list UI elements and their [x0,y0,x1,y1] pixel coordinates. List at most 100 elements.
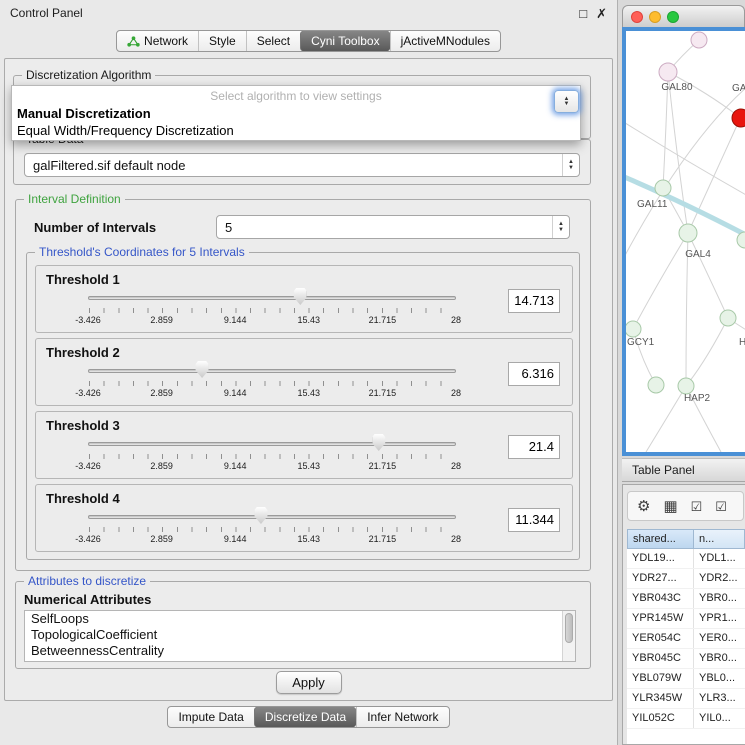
slider-track [88,296,456,300]
table-cell[interactable]: YER0... [694,629,745,648]
attribute-item[interactable]: SelfLoops [25,611,575,627]
slider-handle[interactable] [254,507,267,524]
table-cell[interactable]: YIL0... [694,709,745,728]
attribute-item[interactable]: BetweennessCentrality [25,643,575,659]
table-cell[interactable]: YDR2... [694,569,745,588]
slider-handle[interactable] [196,361,209,378]
network-node[interactable] [678,378,694,394]
table-data-combo[interactable]: galFiltered.sif default node ▲ ▼ [24,153,580,177]
float-panel-icon[interactable]: □ [579,7,587,20]
threshold-2-value-field[interactable]: 6.316 [508,362,560,386]
table-cell[interactable]: YBR0... [694,589,745,608]
algorithm-combo-stepper[interactable]: ▲ ▼ [554,90,579,113]
table-cell[interactable]: YBL079W [627,669,694,688]
columns-icon[interactable]: ▦ [663,499,677,514]
number-of-intervals-combo[interactable]: 5 ▲ ▼ [216,215,570,239]
dropdown-option-equal-width-frequency[interactable]: Equal Width/Frequency Discretization [12,122,580,139]
table-row[interactable]: YDR27...YDR2... [627,569,745,589]
table-cell[interactable]: YPR1... [694,609,745,628]
table-row[interactable]: YPR145WYPR1... [627,609,745,629]
tick-label: 9.144 [224,315,247,325]
select-column-checkbox-icon[interactable]: ☑ [715,499,727,514]
slider-handle[interactable] [372,434,385,451]
threshold-3-value-field[interactable]: 21.4 [508,435,560,459]
tab-infer-network[interactable]: Infer Network [356,707,448,727]
threshold-4-slider[interactable]: -3.4262.8599.14415.4321.71528 [88,507,456,551]
table-cell[interactable]: YLR345W [627,689,694,708]
network-node[interactable] [732,109,745,127]
column-header-shared-name[interactable]: shared... [627,529,694,549]
table-row[interactable]: YIL052CYIL0... [627,709,745,729]
network-node[interactable] [626,321,641,337]
network-node[interactable] [659,63,677,81]
numerical-attributes-list[interactable]: SelfLoopsTopologicalCoefficientBetweenne… [24,610,576,662]
table-cell[interactable]: YBR043C [627,589,694,608]
threshold-1-value-field[interactable]: 14.713 [508,289,560,313]
table-cell[interactable]: YPR145W [627,609,694,628]
tab-cyni-toolbox[interactable]: Cyni Toolbox [300,31,389,51]
table-body: YDL19...YDL1...YDR27...YDR2...YBR043CYBR… [627,549,745,729]
scrollbar-thumb[interactable] [565,613,573,643]
zoom-window-icon[interactable] [667,11,679,23]
tick-label: -3.426 [75,388,101,398]
threshold-4-value-field[interactable]: 11.344 [508,508,560,532]
table-row[interactable]: YBL079WYBL0... [627,669,745,689]
table-cell[interactable]: YIL052C [627,709,694,728]
tick-label: 28 [451,388,461,398]
network-node[interactable] [691,32,707,48]
table-cell[interactable]: YER054C [627,629,694,648]
attribute-item[interactable]: TopologicalCoefficient [25,627,575,643]
network-window-titlebar[interactable] [622,5,745,27]
network-node[interactable] [737,232,745,248]
apply-button[interactable]: Apply [276,671,342,694]
close-window-icon[interactable] [631,11,643,23]
table-cell[interactable]: YBL0... [694,669,745,688]
table-row[interactable]: YER054CYER0... [627,629,745,649]
tab-impute-data[interactable]: Impute Data [168,707,253,727]
network-edge[interactable] [646,386,686,452]
table-row[interactable]: YBR043CYBR0... [627,589,745,609]
threshold-3-slider[interactable]: -3.4262.8599.14415.4321.71528 [88,434,456,478]
network-edge[interactable] [633,233,688,329]
threshold-1-group: Threshold 1 -3.4262.8599.14415.4321.7152… [35,265,573,333]
minimize-window-icon[interactable] [649,11,661,23]
attributes-scrollbar[interactable] [562,611,575,661]
threshold-1-slider[interactable]: -3.4262.8599.14415.4321.71528 [88,288,456,332]
gear-icon[interactable]: ⚙ [637,499,650,514]
threshold-2-slider[interactable]: -3.4262.8599.14415.4321.71528 [88,361,456,405]
table-row[interactable]: YBR045CYBR0... [627,649,745,669]
table-row[interactable]: YDL19...YDL1... [627,549,745,569]
network-node[interactable] [679,224,697,242]
bottom-tab-bar: Impute Data Discretize Data Infer Networ… [0,706,617,730]
tab-select[interactable]: Select [246,31,300,51]
network-edge[interactable] [686,318,728,386]
table-cell[interactable]: YBR0... [694,649,745,668]
network-canvas-svg[interactable]: GAL80GAGAL11GAL4GCY1HHAP2 [626,31,745,452]
node-label: GCY1 [627,337,655,348]
tab-select-label: Select [257,34,290,48]
close-panel-icon[interactable]: ✗ [596,7,607,20]
network-node[interactable] [720,310,736,326]
select-all-checkbox-icon[interactable]: ☑ [691,499,703,514]
tab-style-label: Style [209,34,236,48]
table-cell[interactable]: YLR3... [694,689,745,708]
table-cell[interactable]: YDL19... [627,549,694,568]
network-edge[interactable] [688,233,728,318]
table-cell[interactable]: YBR045C [627,649,694,668]
network-node[interactable] [648,377,664,393]
tab-network[interactable]: Network [117,31,198,51]
network-edge[interactable] [668,72,688,233]
table-row[interactable]: YLR345WYLR3... [627,689,745,709]
tab-jactivemnodules[interactable]: jActiveMNodules [390,31,500,51]
table-cell[interactable]: YDR27... [627,569,694,588]
column-header-name[interactable]: n... [694,529,745,549]
tick-label: 21.715 [369,388,397,398]
tick-label: 28 [451,315,461,325]
table-cell[interactable]: YDL1... [694,549,745,568]
tab-style[interactable]: Style [198,31,246,51]
slider-handle[interactable] [294,288,307,305]
dropdown-option-manual-discretization[interactable]: Manual Discretization [12,105,580,122]
tab-discretize-data[interactable]: Discretize Data [254,707,356,727]
network-node[interactable] [655,180,671,196]
network-edge[interactable] [668,72,738,116]
